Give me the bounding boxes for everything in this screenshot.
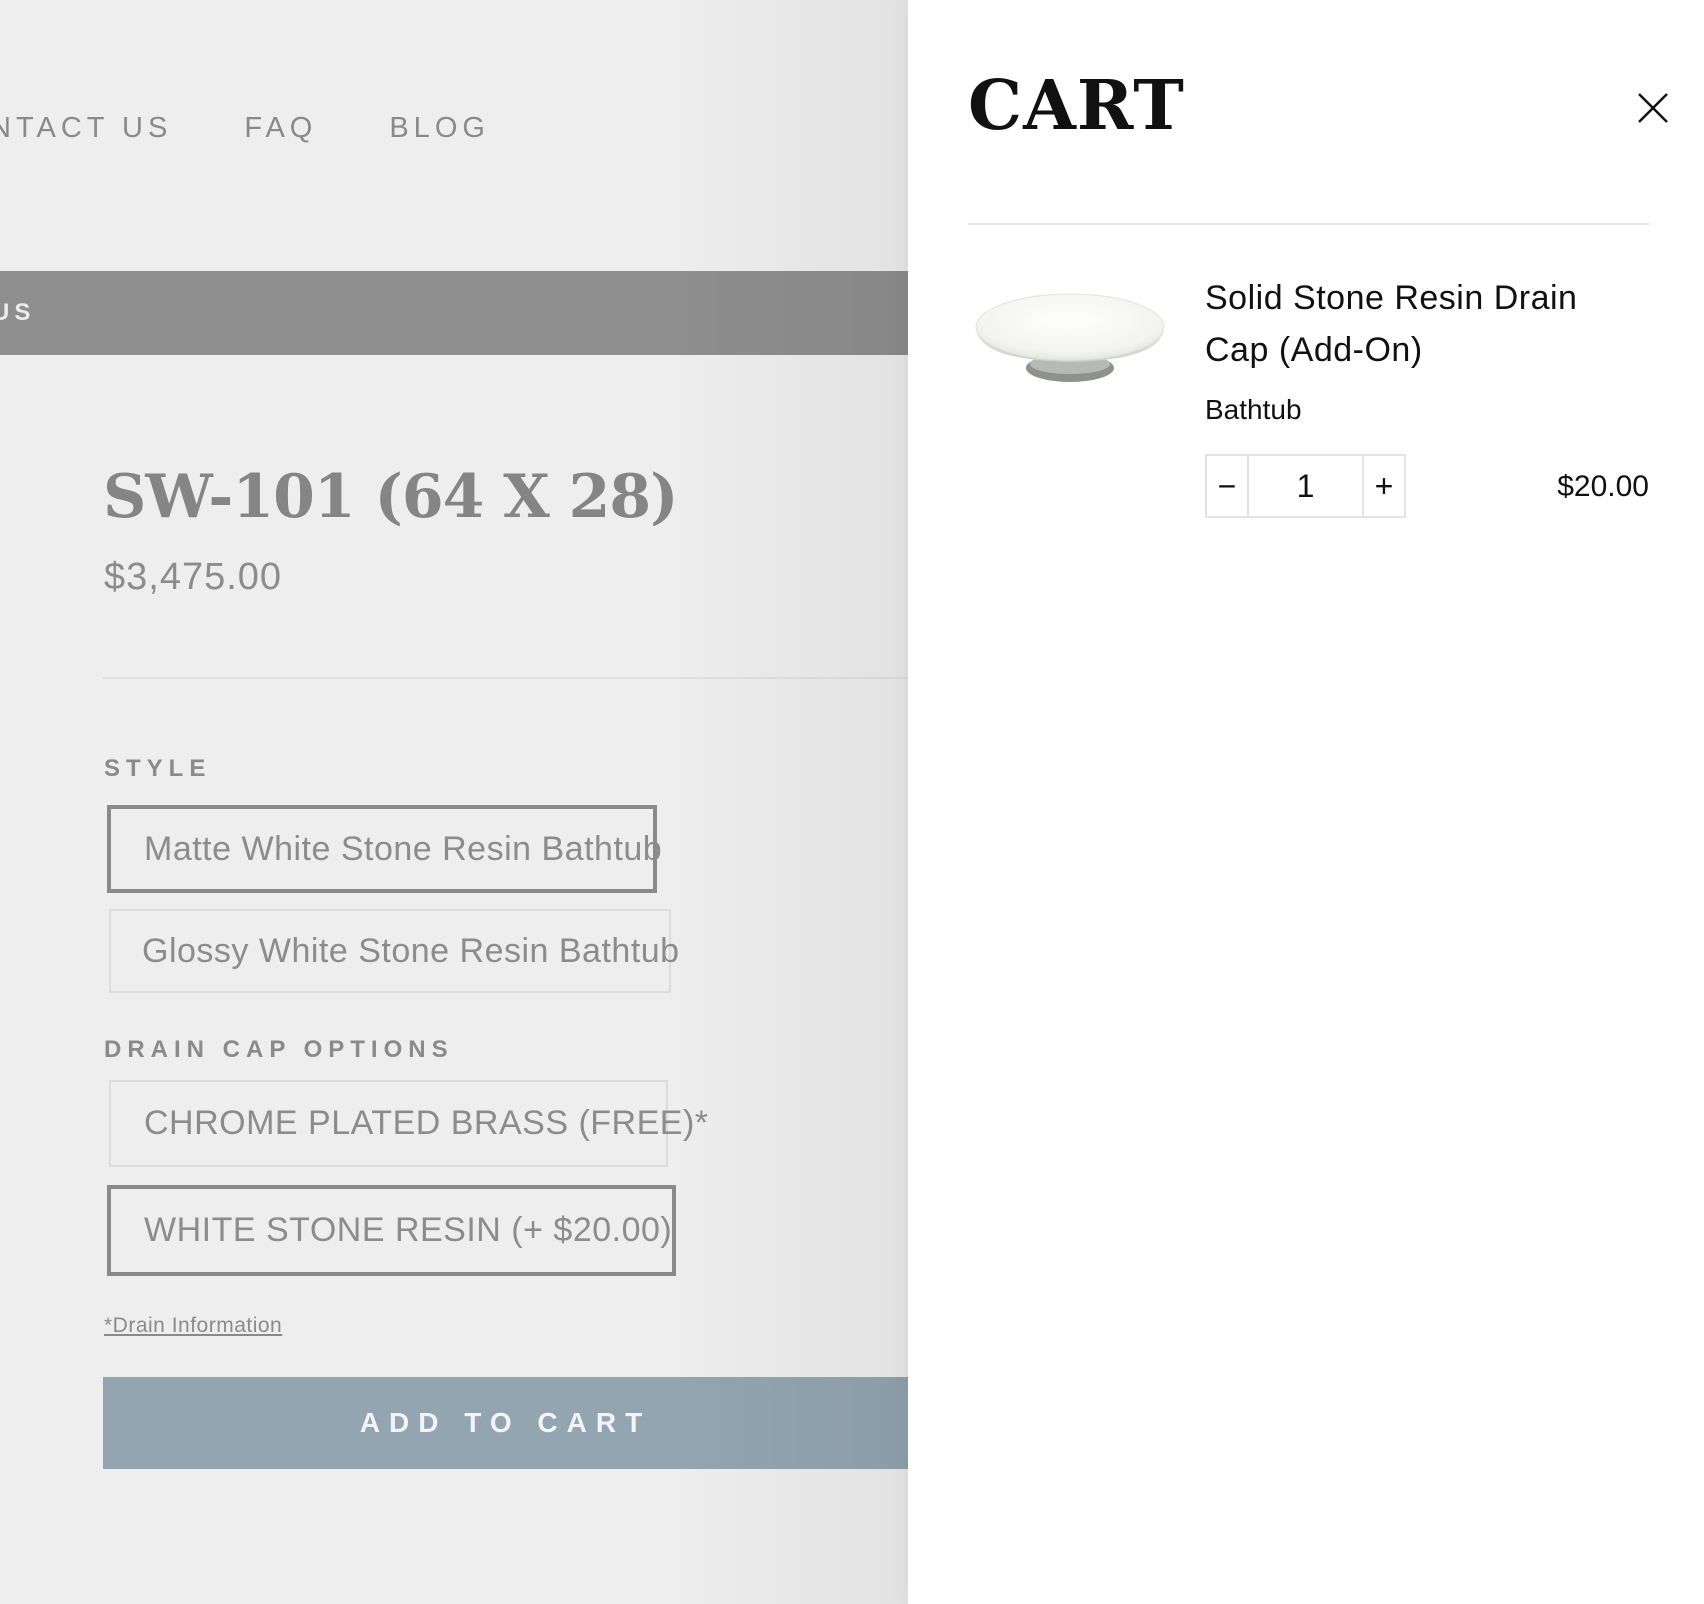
- cart-item-price: $20.00: [1557, 470, 1649, 503]
- divider: [103, 677, 908, 679]
- add-to-cart-button[interactable]: ADD TO CART: [103, 1377, 908, 1469]
- nav-faq[interactable]: FAQ: [244, 112, 317, 145]
- style-option-glossy[interactable]: Glossy White Stone Resin Bathtub: [109, 909, 679, 993]
- increase-quantity-button[interactable]: +: [1362, 456, 1404, 516]
- overlay-shadow: [668, 0, 908, 1604]
- close-icon[interactable]: [1633, 88, 1673, 128]
- cart-drawer: CART Solid Stone Resin Drain Cap (Add-On…: [908, 0, 1704, 1604]
- quantity-input[interactable]: 1: [1249, 456, 1362, 516]
- style-option-matte[interactable]: Matte White Stone Resin Bathtub: [107, 805, 662, 893]
- quantity-stepper: − 1 +: [1205, 454, 1406, 518]
- cart-title: CART: [968, 66, 1185, 146]
- announcement-bar: US: [0, 271, 908, 355]
- product-page-overlay[interactable]: NTACT US FAQ BLOG US SW-101 (64 X 28) $3…: [0, 0, 908, 1604]
- announcement-text: US: [0, 299, 36, 326]
- cart-item-variant: Bathtub: [1205, 394, 1302, 425]
- product-title: SW-101 (64 X 28): [103, 462, 679, 532]
- drain-information-link[interactable]: *Drain Information: [104, 1314, 282, 1338]
- nav-contact-us[interactable]: NTACT US: [0, 112, 172, 145]
- main-nav: NTACT US FAQ BLOG: [0, 112, 490, 145]
- product-price: $3,475.00: [104, 556, 283, 598]
- cart-item-name[interactable]: Solid Stone Resin Drain Cap (Add-On): [1205, 272, 1645, 376]
- page: NTACT US FAQ BLOG US SW-101 (64 X 28) $3…: [0, 0, 1704, 1604]
- cart-divider: [968, 223, 1649, 225]
- drain-option-chrome[interactable]: CHROME PLATED BRASS (FREE)*: [109, 1080, 708, 1167]
- drain-cap-label: DRAIN CAP OPTIONS: [104, 1036, 454, 1063]
- decrease-quantity-button[interactable]: −: [1207, 456, 1249, 516]
- style-label: STYLE: [104, 755, 212, 782]
- nav-blog[interactable]: BLOG: [389, 112, 490, 145]
- drain-option-white-resin[interactable]: WHITE STONE RESIN (+ $20.00): [107, 1185, 676, 1276]
- cart-item-image[interactable]: [970, 270, 1170, 400]
